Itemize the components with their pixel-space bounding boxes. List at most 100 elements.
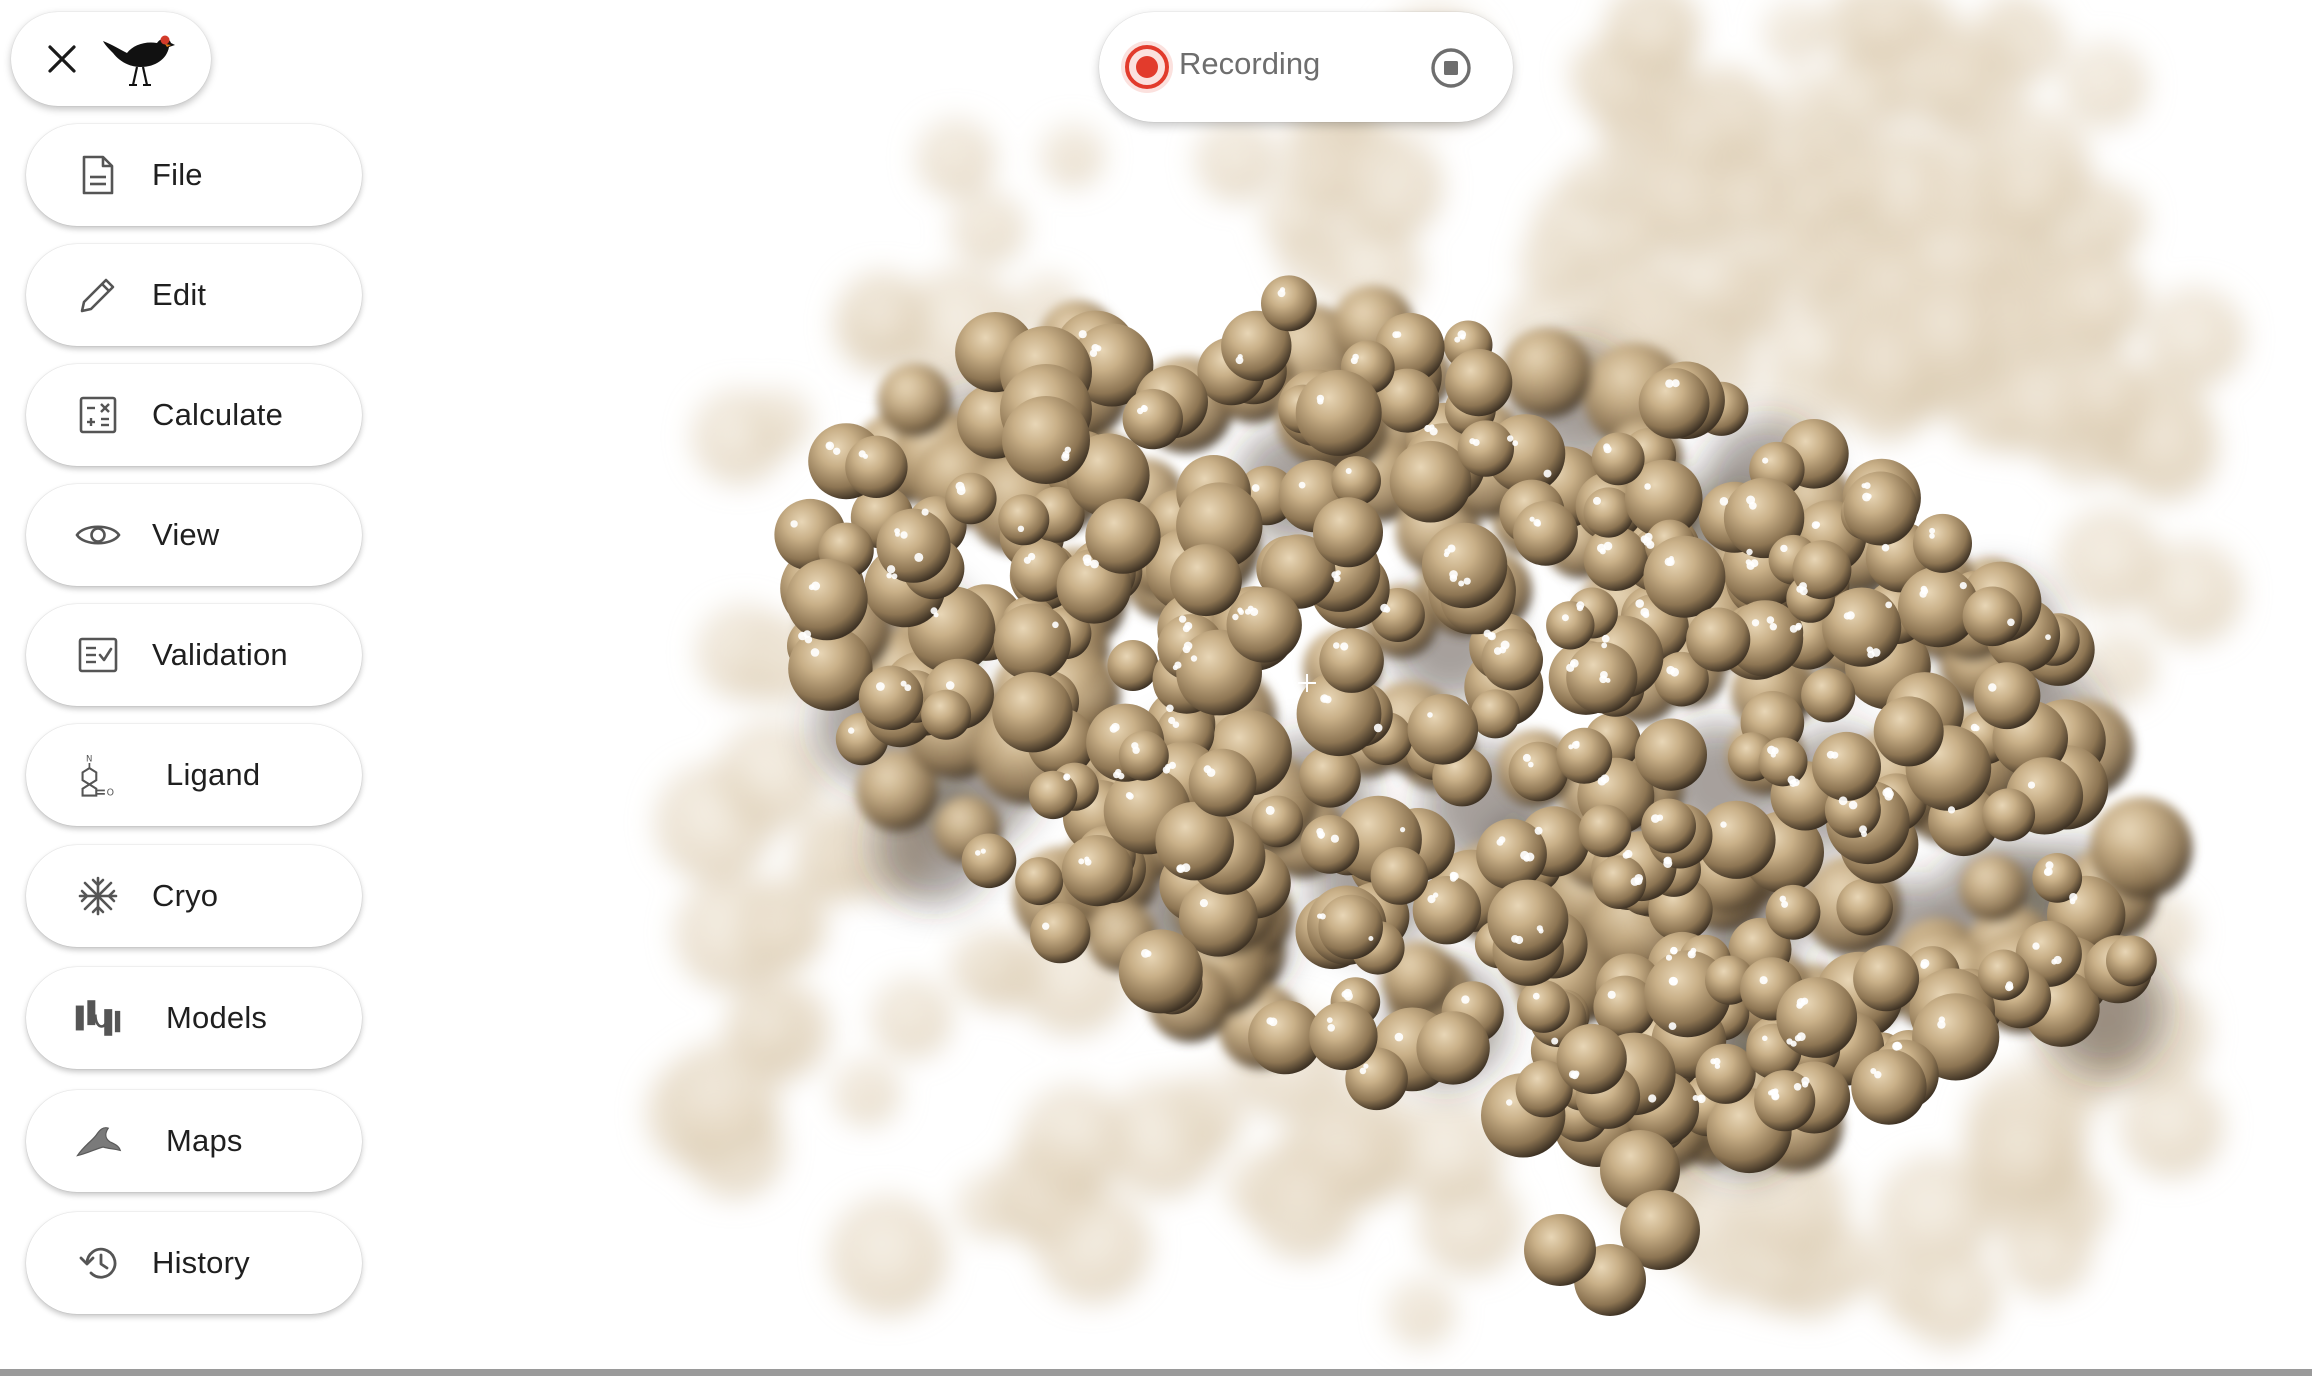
surface-atom [1449, 574, 1458, 582]
surface-atom [1601, 634, 1610, 643]
surface-atom [1601, 642, 1608, 649]
surface-atom [1416, 1011, 1490, 1085]
surface-atom [1534, 826, 1543, 835]
surface-atom [1295, 369, 1382, 456]
ligand-molecule-icon: N O [74, 751, 122, 799]
surface-atom [717, 721, 825, 829]
surface-atom [1118, 929, 1203, 1014]
surface-atom [1107, 640, 1159, 691]
surface-atom [1483, 629, 1492, 638]
surface-atom [1078, 858, 1085, 865]
surface-atom [975, 850, 981, 856]
surface-atom [1929, 533, 1935, 539]
surface-atom [1532, 992, 1540, 1000]
surface-atom [1352, 353, 1359, 361]
surface-atom [1327, 1024, 1335, 1032]
surface-atom [1235, 356, 1244, 365]
surface-atom [1863, 482, 1871, 489]
surface-atom [1642, 611, 1650, 618]
surface-atom [1666, 665, 1675, 675]
surface-atom [1529, 516, 1535, 522]
surface-atom [845, 435, 908, 498]
menu-button-view[interactable]: View [26, 484, 362, 586]
menu-button-models[interactable]: Models [26, 967, 362, 1069]
pencil-icon [74, 271, 122, 319]
surface-atom [1762, 457, 1769, 464]
surface-atom [1168, 761, 1176, 770]
surface-atom [1873, 696, 1944, 767]
surface-atom [1768, 1090, 1774, 1096]
surface-atom [1331, 130, 1442, 241]
surface-atom [1330, 834, 1339, 843]
surface-atom [1801, 668, 1856, 723]
surface-atom [917, 120, 994, 197]
menu-button-file[interactable]: File [26, 124, 362, 226]
surface-atom [1843, 471, 1918, 546]
surface-atom [900, 531, 908, 539]
recording-pill: Recording [1099, 12, 1513, 122]
record-icon[interactable] [1115, 35, 1179, 99]
stop-icon[interactable] [1429, 46, 1473, 90]
surface-atom [1444, 548, 1451, 555]
surface-atom [1091, 344, 1100, 352]
bird-logo-icon [103, 35, 175, 86]
surface-atom [1300, 815, 1360, 874]
menu-button-validation[interactable]: Validation [26, 604, 362, 706]
surface-atom [1892, 1041, 1901, 1051]
surface-atom [1762, 1035, 1768, 1042]
close-button[interactable] [45, 42, 79, 76]
surface-atom [1576, 601, 1585, 610]
surface-atom [1898, 282, 1998, 382]
surface-atom [1182, 625, 1190, 633]
surface-atom [1140, 405, 1148, 413]
surface-atom [1787, 775, 1796, 784]
surface-atom [1970, 723, 1979, 732]
surface-atom [1030, 902, 1091, 964]
surface-atom [1750, 559, 1759, 568]
surface-atom [1513, 500, 1578, 566]
surface-atom [1174, 661, 1182, 669]
surface-atom [1622, 851, 1630, 859]
surface-atom [1340, 642, 1349, 651]
menu-button-cryo[interactable]: Cryo [26, 845, 362, 947]
menu-button-ligand[interactable]: N O Ligand [26, 724, 362, 826]
menu-button-maps[interactable]: Maps [26, 1090, 362, 1192]
menu-button-history[interactable]: History [26, 1212, 362, 1314]
surface-atom [1607, 990, 1616, 999]
history-icon [74, 1239, 122, 1287]
surface-atom [1277, 289, 1286, 298]
surface-atom [945, 681, 955, 690]
surface-atom [1881, 543, 1890, 552]
surface-atom [886, 565, 896, 574]
surface-atom [1605, 677, 1611, 683]
surface-atom [664, 1042, 779, 1157]
surface-atom [1838, 796, 1848, 806]
surface-atom [1794, 1035, 1802, 1042]
surface-atom [980, 848, 986, 854]
surface-atom [1131, 742, 1139, 750]
surface-atom [1251, 484, 1260, 492]
surface-atom [1394, 1032, 1404, 1042]
surface-atom [1407, 694, 1479, 765]
surface-atom [1593, 496, 1601, 505]
menu-button-edit[interactable]: Edit [26, 244, 362, 346]
surface-atom [1363, 1063, 1369, 1069]
surface-atom [1127, 793, 1134, 800]
surface-atom [876, 508, 951, 583]
menu-button-calculate[interactable]: Calculate [26, 364, 362, 466]
surface-atom [1759, 976, 1768, 985]
surface-atom [1786, 1038, 1793, 1045]
surface-atom [1373, 723, 1383, 733]
surface-atom [993, 603, 1071, 681]
surface-atom [1885, 601, 1893, 609]
surface-atom [826, 442, 832, 449]
menu-label: Validation [152, 637, 288, 672]
surface-atom [1978, 949, 2029, 1001]
surface-atom [1867, 650, 1875, 659]
surface-atom [1458, 580, 1465, 587]
surface-atom [945, 472, 997, 525]
surface-atom [1206, 768, 1216, 777]
close-icon[interactable] [47, 44, 77, 74]
surface-atom [1656, 814, 1664, 821]
surface-atom [1546, 601, 1595, 650]
